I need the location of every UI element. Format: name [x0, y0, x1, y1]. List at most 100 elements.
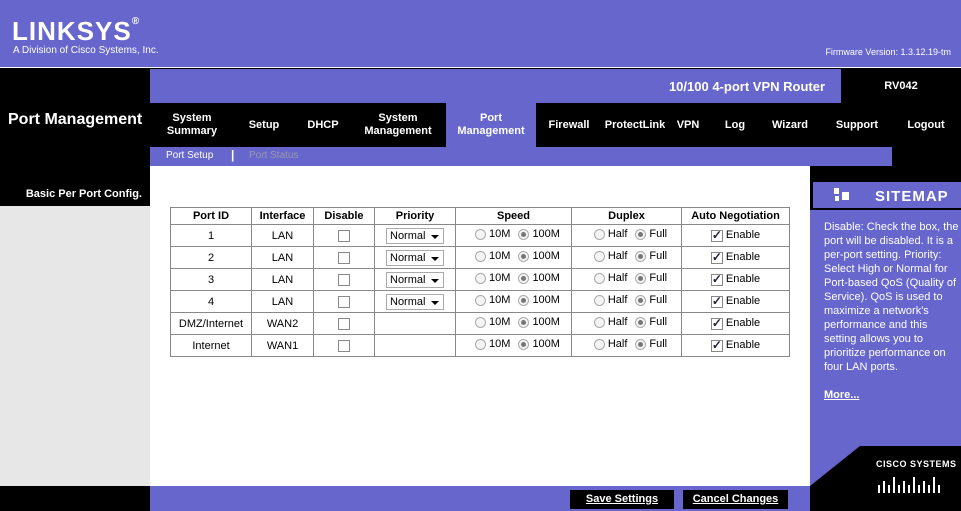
speed-100m-label: 100M — [532, 272, 560, 285]
speed-10m-label: 10M — [489, 228, 511, 241]
disable-checkbox[interactable] — [338, 295, 350, 308]
tab-wizard[interactable]: Wizard — [764, 103, 816, 147]
tab-log[interactable]: Log — [718, 103, 752, 147]
tab-logout[interactable]: Logout — [898, 103, 954, 147]
port-id: Internet — [170, 334, 252, 357]
speed-100m-radio[interactable] — [518, 338, 530, 350]
disable-checkbox[interactable] — [338, 339, 350, 352]
interface: LAN — [251, 268, 314, 291]
speed-10m-label: 10M — [489, 294, 511, 307]
duplex-half-radio[interactable] — [593, 316, 605, 328]
col-header: Speed — [455, 207, 572, 225]
duplex-half-radio[interactable] — [593, 338, 605, 350]
auto-negotiation-checkbox[interactable] — [710, 338, 723, 352]
duplex-full-label: Full — [649, 228, 668, 241]
table-row: 1LAN Normal 10M 100M Half Full Enable — [170, 224, 790, 247]
subtab-port-status[interactable]: Port Status — [249, 150, 298, 161]
speed-100m-radio[interactable] — [518, 272, 530, 284]
speed-100m-radio[interactable] — [518, 228, 530, 240]
duplex-half-radio[interactable] — [593, 250, 605, 262]
priority-select[interactable]: Normal — [386, 249, 444, 266]
disable-checkbox[interactable] — [338, 317, 350, 330]
duplex-full-radio[interactable] — [635, 338, 647, 350]
tab-port-management[interactable]: Port Management — [446, 103, 536, 147]
tab-setup[interactable]: Setup — [238, 103, 290, 147]
priority-select[interactable]: Normal — [386, 293, 444, 310]
speed-10m-radio[interactable] — [475, 316, 487, 328]
sub-nav: Port Setup | Port Status — [150, 147, 892, 166]
cancel-changes-button[interactable]: Cancel Changes — [683, 490, 788, 509]
priority-select[interactable]: Normal — [386, 271, 444, 288]
speed-10m-label: 10M — [489, 272, 511, 285]
cisco-bridge-icon — [878, 477, 940, 493]
linksys-logo: LINKSYS® — [12, 16, 141, 46]
sitemap-panel: SITEMAP Disable: Check the box, the port… — [810, 180, 961, 486]
col-header: Auto Negotiation — [681, 207, 790, 225]
tab-protectlink[interactable]: ProtectLink — [600, 103, 670, 147]
table-row: DMZ/InternetWAN2 10M 100M Half Full Enable — [170, 312, 790, 335]
speed-100m-radio[interactable] — [518, 294, 530, 306]
duplex-full-radio[interactable] — [635, 272, 647, 284]
duplex-full-radio[interactable] — [635, 228, 647, 240]
left-grey-panel — [0, 206, 150, 486]
interface: LAN — [251, 224, 314, 247]
more-link[interactable]: More... — [824, 389, 859, 401]
cisco-logo: CISCO SYSTEMS — [876, 459, 957, 469]
disable-checkbox[interactable] — [338, 251, 350, 264]
auto-negotiation-checkbox[interactable] — [710, 272, 723, 286]
speed-10m-radio[interactable] — [475, 272, 487, 284]
subtab-port-setup[interactable]: Port Setup — [166, 150, 213, 161]
product-name: 10/100 4-port VPN Router — [668, 79, 825, 94]
port-id: 2 — [170, 246, 252, 269]
duplex-full-label: Full — [649, 272, 668, 285]
port-id: 1 — [170, 224, 252, 247]
auto-negotiation-checkbox[interactable] — [710, 250, 723, 264]
duplex-full-label: Full — [649, 294, 668, 307]
speed-10m-radio[interactable] — [475, 294, 487, 306]
auto-negotiation-checkbox[interactable] — [710, 294, 723, 308]
auto-negotiation-checkbox[interactable] — [710, 316, 723, 330]
header: LINKSYS® A Division of Cisco Systems, In… — [0, 0, 961, 68]
main-content: Port ID Interface Disable Priority Speed… — [150, 166, 810, 486]
speed-10m-radio[interactable] — [475, 250, 487, 262]
tab-system-management[interactable]: System Management — [356, 103, 440, 147]
tab-firewall[interactable]: Firewall — [544, 103, 594, 147]
speed-100m-radio[interactable] — [518, 316, 530, 328]
tab-vpn[interactable]: VPN — [673, 103, 703, 147]
sitemap-header: SITEMAP — [810, 180, 961, 210]
interface: LAN — [251, 246, 314, 269]
disable-checkbox[interactable] — [338, 229, 350, 242]
duplex-full-radio[interactable] — [635, 250, 647, 262]
table-row: 2LAN Normal 10M 100M Half Full Enable — [170, 246, 790, 269]
priority-select[interactable]: Normal — [386, 227, 444, 244]
interface: LAN — [251, 290, 314, 313]
speed-10m-radio[interactable] — [475, 228, 487, 240]
speed-10m-radio[interactable] — [475, 338, 487, 350]
table-row: InternetWAN1 10M 100M Half Full Enable — [170, 334, 790, 357]
duplex-half-radio[interactable] — [593, 228, 605, 240]
col-header: Duplex — [571, 207, 682, 225]
duplex-half-radio[interactable] — [593, 294, 605, 306]
enable-label: Enable — [725, 317, 761, 330]
disable-checkbox[interactable] — [338, 273, 350, 286]
speed-100m-label: 100M — [532, 228, 560, 241]
tab-system-summary[interactable]: System Summary — [153, 103, 231, 147]
duplex-full-radio[interactable] — [635, 294, 647, 306]
col-header: Port ID — [170, 207, 252, 225]
duplex-full-label: Full — [649, 250, 668, 263]
tab-dhcp[interactable]: DHCP — [298, 103, 348, 147]
duplex-half-label: Half — [607, 316, 628, 329]
tab-support[interactable]: Support — [830, 103, 884, 147]
auto-negotiation-checkbox[interactable] — [710, 228, 723, 242]
save-settings-button[interactable]: Save Settings — [570, 490, 674, 509]
duplex-half-radio[interactable] — [593, 272, 605, 284]
brand-tagline: A Division of Cisco Systems, Inc. — [13, 45, 159, 56]
speed-100m-radio[interactable] — [518, 250, 530, 262]
port-id: 3 — [170, 268, 252, 291]
duplex-full-radio[interactable] — [635, 316, 647, 328]
panel-label-bar: Basic Per Port Config. — [0, 180, 150, 206]
main-nav: System Summary Setup DHCP System Managem… — [150, 103, 961, 147]
speed-100m-label: 100M — [532, 338, 560, 351]
subnav-separator: | — [231, 148, 235, 162]
port-config-table: Port ID Interface Disable Priority Speed… — [170, 207, 790, 357]
